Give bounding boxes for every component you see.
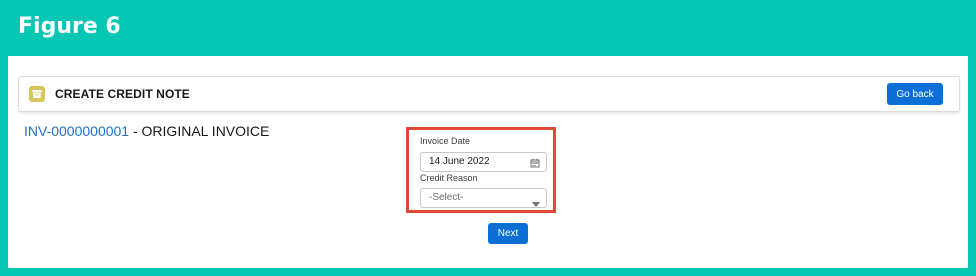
invoice-link[interactable]: INV-0000000001 [24, 123, 129, 139]
form-highlight-box: Invoice Date 14 June 2022 Credit Reason [406, 127, 556, 213]
credit-reason-label: Credit Reason [420, 173, 478, 183]
go-back-button[interactable]: Go back [887, 83, 943, 105]
next-button[interactable]: Next [488, 223, 528, 244]
credit-reason-value: -Select- [429, 192, 464, 203]
figure-header: Figure 6 [0, 0, 976, 56]
credit-reason-select[interactable]: -Select- [420, 188, 547, 208]
page-header-card: CREATE CREDIT NOTE Go back [18, 76, 960, 112]
invoice-suffix: - ORIGINAL INVOICE [129, 123, 270, 139]
invoice-date-field[interactable]: 14 June 2022 [420, 152, 547, 172]
chevron-down-icon [532, 196, 540, 214]
invoice-date-label: Invoice Date [420, 136, 471, 146]
note-icon [29, 86, 45, 102]
page-title: CREATE CREDIT NOTE [55, 87, 190, 101]
figure-title: Figure 6 [18, 14, 121, 39]
calendar-icon[interactable] [530, 157, 540, 175]
invoice-heading: INV-0000000001 - ORIGINAL INVOICE [24, 123, 269, 139]
app-frame: CREATE CREDIT NOTE Go back INV-000000000… [8, 56, 968, 268]
invoice-date-value: 14 June 2022 [429, 156, 490, 167]
